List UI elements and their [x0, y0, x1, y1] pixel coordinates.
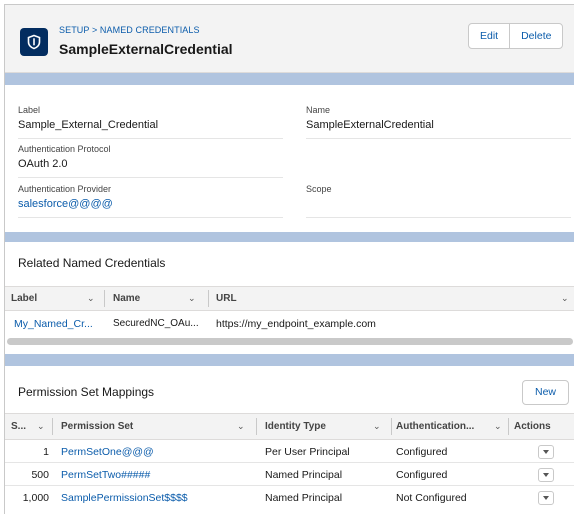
related-credentials-header: Label ⌄ Name ⌄ URL ⌄ — [5, 286, 574, 311]
column-header-text: Label — [11, 293, 38, 304]
scope-field: Scope — [306, 184, 571, 218]
row-divider — [5, 462, 574, 463]
column-header-permission-set[interactable]: Permission Set ⌄ — [61, 414, 251, 439]
row-actions-button[interactable] — [538, 468, 554, 482]
related-credential-url: https://my_endpoint_example.com — [216, 318, 376, 330]
chevron-down-icon[interactable]: ⌄ — [237, 414, 245, 439]
auth-provider-link[interactable]: salesforce@@@@ — [18, 198, 283, 210]
record-page: SETUP > NAMED CREDENTIALS SampleExternal… — [4, 4, 574, 514]
row-actions-button[interactable] — [538, 491, 554, 505]
authentication-cell: Configured — [396, 469, 448, 481]
column-divider[interactable] — [508, 418, 509, 435]
field-value: OAuth 2.0 — [18, 158, 68, 170]
identity-type-cell: Named Principal — [265, 469, 343, 481]
header-button-group: Edit Delete — [468, 23, 564, 49]
related-named-credentials-title: Related Named Credentials — [18, 256, 166, 270]
new-button[interactable]: New — [522, 380, 569, 405]
horizontal-scrollbar[interactable] — [7, 338, 573, 345]
column-divider[interactable] — [391, 418, 392, 435]
column-header-text: Permission Set — [61, 421, 134, 432]
chevron-down-icon — [543, 496, 549, 500]
sequence-cell: 500 — [31, 469, 49, 481]
column-header-name[interactable]: Name ⌄ — [113, 287, 203, 310]
column-header-sequence[interactable]: S... ⌄ — [11, 414, 51, 439]
column-divider[interactable] — [208, 290, 209, 307]
sequence-cell: 1,000 — [22, 492, 49, 504]
auth-protocol-field: Authentication Protocol OAuth 2.0 — [18, 144, 283, 178]
column-header-label[interactable]: Label ⌄ — [11, 287, 101, 310]
related-credential-label-link[interactable]: My_Named_Cr... — [14, 318, 93, 330]
label-field: Label Sample_External_Credential — [18, 105, 283, 139]
field-label: Authentication Provider — [18, 184, 112, 194]
column-divider[interactable] — [104, 290, 105, 307]
row-actions-button[interactable] — [538, 445, 554, 459]
field-value: SampleExternalCredential — [306, 119, 434, 131]
chevron-down-icon[interactable]: ⌄ — [494, 414, 502, 439]
column-header-text: Identity Type — [265, 421, 326, 432]
column-header-identity-type[interactable]: Identity Type ⌄ — [265, 414, 387, 439]
column-header-text: URL — [216, 293, 237, 304]
chevron-down-icon[interactable]: ⌄ — [188, 287, 196, 310]
permission-set-mappings-header: S... ⌄ Permission Set ⌄ Identity Type ⌄ … — [5, 413, 574, 440]
permission-set-link[interactable]: PermSetTwo##### — [61, 469, 150, 481]
chevron-down-icon[interactable]: ⌄ — [87, 287, 95, 310]
section-divider — [5, 73, 574, 85]
identity-type-cell: Named Principal — [265, 492, 343, 504]
detail-section: Label Sample_External_Credential Name Sa… — [5, 85, 574, 232]
name-field: Name SampleExternalCredential — [306, 105, 571, 139]
column-header-text: Name — [113, 293, 141, 304]
permission-set-link[interactable]: PermSetOne@@@ — [61, 446, 154, 458]
field-value: Sample_External_Credential — [18, 119, 159, 131]
column-divider[interactable] — [52, 418, 53, 435]
permission-set-link[interactable]: SamplePermissionSet$$$$ — [61, 492, 188, 504]
column-header-url[interactable]: URL ⌄ — [216, 287, 569, 310]
column-header-actions: Actions — [514, 421, 551, 432]
section-divider — [5, 354, 574, 366]
column-header-text: Authentication... — [396, 421, 475, 432]
column-header-text: S... — [11, 421, 27, 432]
row-divider — [5, 485, 574, 486]
chevron-down-icon[interactable]: ⌄ — [37, 414, 45, 439]
column-header-authentication[interactable]: Authentication... ⌄ — [396, 414, 506, 439]
authentication-cell: Not Configured — [396, 492, 467, 504]
field-label: Name — [306, 105, 331, 115]
field-label: Scope — [306, 184, 332, 194]
chevron-down-icon — [543, 450, 549, 454]
sequence-cell: 1 — [43, 446, 49, 458]
edit-button[interactable]: Edit — [469, 24, 509, 48]
field-label: Label — [18, 105, 41, 115]
auth-provider-field: Authentication Provider salesforce@@@@ — [18, 184, 283, 218]
identity-type-cell: Per User Principal — [265, 446, 350, 458]
page-title: SampleExternalCredential — [59, 41, 233, 57]
delete-button[interactable]: Delete — [509, 24, 562, 48]
authentication-cell: Configured — [396, 446, 448, 458]
field-label: Authentication Protocol — [18, 144, 111, 154]
shield-icon — [20, 28, 48, 56]
related-credential-name: SecuredNC_OAu... — [113, 318, 199, 329]
chevron-down-icon[interactable]: ⌄ — [561, 287, 569, 310]
chevron-down-icon — [543, 473, 549, 477]
section-divider — [5, 232, 574, 242]
column-divider[interactable] — [256, 418, 257, 435]
breadcrumb[interactable]: SETUP > NAMED CREDENTIALS — [59, 25, 200, 35]
permission-set-mappings-title: Permission Set Mappings — [18, 385, 155, 399]
page-header: SETUP > NAMED CREDENTIALS SampleExternal… — [5, 5, 574, 73]
chevron-down-icon[interactable]: ⌄ — [373, 414, 381, 439]
